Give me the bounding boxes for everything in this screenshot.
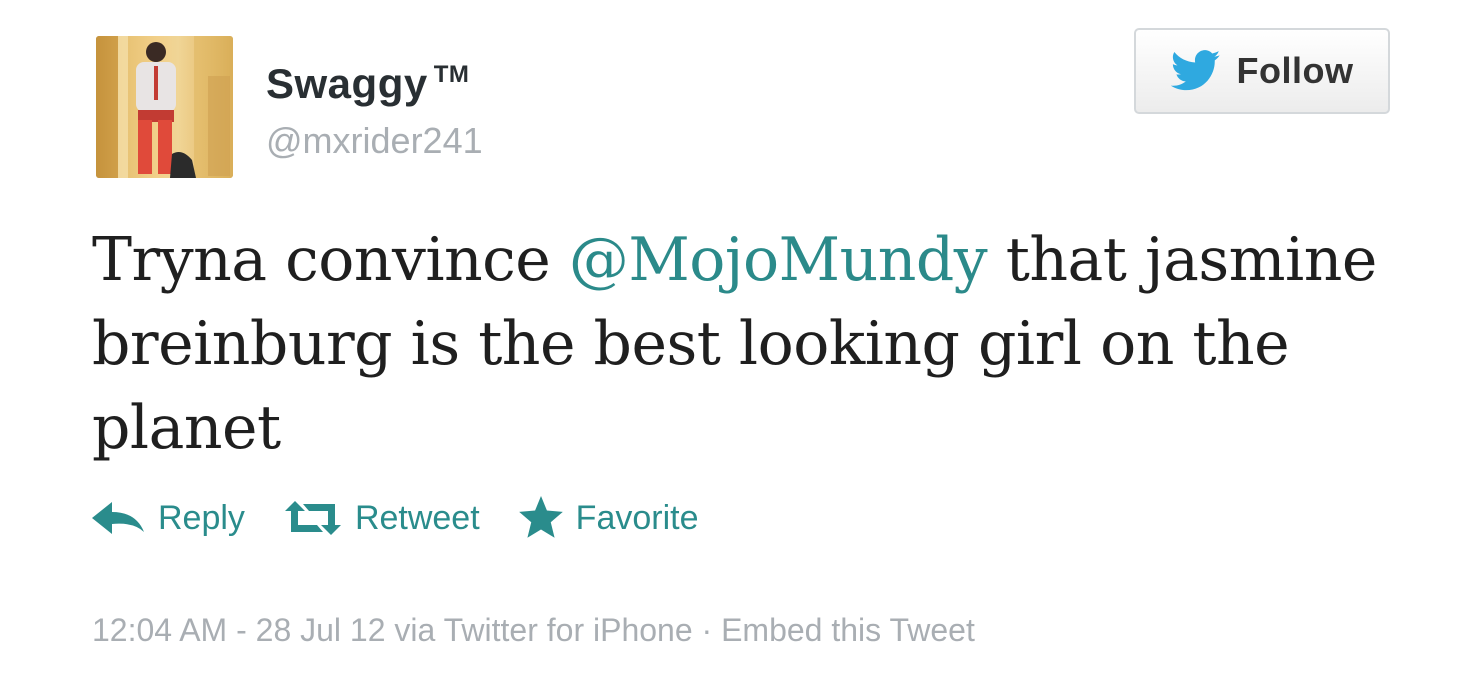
display-name[interactable]: Swaggy TM xyxy=(266,60,469,108)
favorite-button[interactable]: Favorite xyxy=(518,496,699,540)
follow-button-label: Follow xyxy=(1236,50,1354,91)
reply-button[interactable]: Reply xyxy=(90,499,245,538)
tweet-actions: Reply Retweet Favorite xyxy=(90,496,737,540)
tweet-card: Swaggy TM @mxrider241 Follow Tryna convin… xyxy=(0,0,1463,700)
trademark-mark: TM xyxy=(433,61,470,88)
via-text: via Twitter for iPhone xyxy=(394,612,693,648)
retweet-icon xyxy=(284,501,341,535)
tweet-meta: 12:04 AM - 28 Jul 12 via Twitter for iPh… xyxy=(92,612,975,649)
follow-button[interactable]: Follow xyxy=(1134,28,1390,114)
timestamp-link[interactable]: 12:04 AM - 28 Jul 12 xyxy=(92,612,386,648)
star-icon xyxy=(518,496,563,538)
display-name-text: Swaggy xyxy=(266,60,428,107)
meta-separator: · xyxy=(701,612,713,648)
avatar[interactable] xyxy=(96,36,233,178)
tweet-text: Tryna convince @MojoMundy that jasmine b… xyxy=(92,218,1402,470)
retweet-button[interactable]: Retweet xyxy=(283,499,480,538)
tweet-text-before: Tryna convince xyxy=(92,225,569,295)
reply-label: Reply xyxy=(158,498,245,537)
mention-link[interactable]: @MojoMundy xyxy=(569,225,988,295)
favorite-label: Favorite xyxy=(575,498,699,537)
embed-tweet-link[interactable]: Embed this Tweet xyxy=(721,612,975,648)
reply-arrow-icon xyxy=(92,502,144,534)
avatar-photo xyxy=(96,36,233,178)
twitter-bird-icon xyxy=(1170,50,1220,91)
retweet-label: Retweet xyxy=(354,498,480,537)
user-handle[interactable]: @mxrider241 xyxy=(266,120,483,162)
